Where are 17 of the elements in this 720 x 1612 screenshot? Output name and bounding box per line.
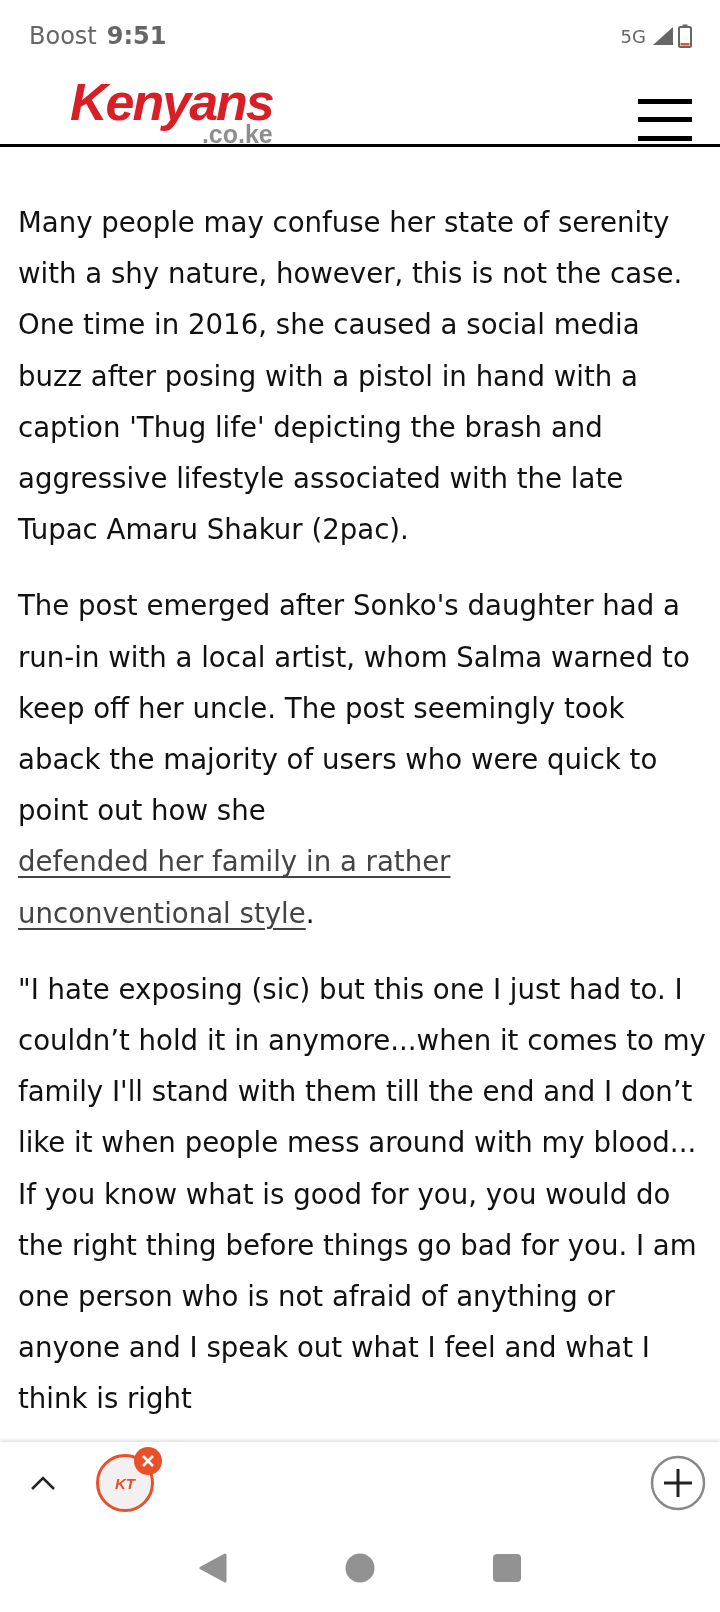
battery-icon bbox=[678, 24, 692, 48]
close-icon[interactable] bbox=[134, 1447, 162, 1475]
article-paragraph: "I hate exposing (sic) but this one I just had to. I couldn’t hold it in anymore...when it comes to my family I'll stand with them till the end and I don’t like it when people mess around with my blood... If you know what is good for you, you would do the right thing before things go bad for you. I am one person who is not afraid of anything or anyone and I speak out what I feel and what I think is right bbox=[18, 971, 706, 1418]
back-icon[interactable] bbox=[199, 1553, 227, 1583]
site-logo[interactable]: Kenyans .co.ke bbox=[70, 75, 273, 147]
article-link[interactable]: defended her family in a rather bbox=[18, 845, 451, 879]
network-label: 5G bbox=[620, 25, 646, 47]
chevron-up-icon[interactable] bbox=[30, 1475, 56, 1491]
menu-icon[interactable] bbox=[638, 99, 692, 141]
signal-icon bbox=[652, 26, 674, 46]
carrier-name: Boost bbox=[29, 22, 97, 50]
article-paragraph: The post emerged after Sonko's daughter had a run-in with a local artist, whom Salma warned to keep off her uncle. The post seemingly took aback the majority of users who were quick to point out how she defended her family in a rather unconventional style. bbox=[18, 588, 691, 932]
article-link[interactable]: unconventional style bbox=[18, 896, 306, 930]
add-tab-icon[interactable] bbox=[650, 1455, 706, 1511]
home-icon[interactable] bbox=[345, 1553, 375, 1583]
article-paragraph: Many people may confuse her state of serenity with a shy nature, however, this is not the case. One time in 2016, she caused a social media buzz after posing with a pistol in hand with a caption 'Thug life' depicting the brash and aggressive lifestyle associated with the late Tupac Amaru Shakur (2pac). bbox=[18, 205, 684, 549]
clock: 9:51 bbox=[106, 22, 167, 50]
